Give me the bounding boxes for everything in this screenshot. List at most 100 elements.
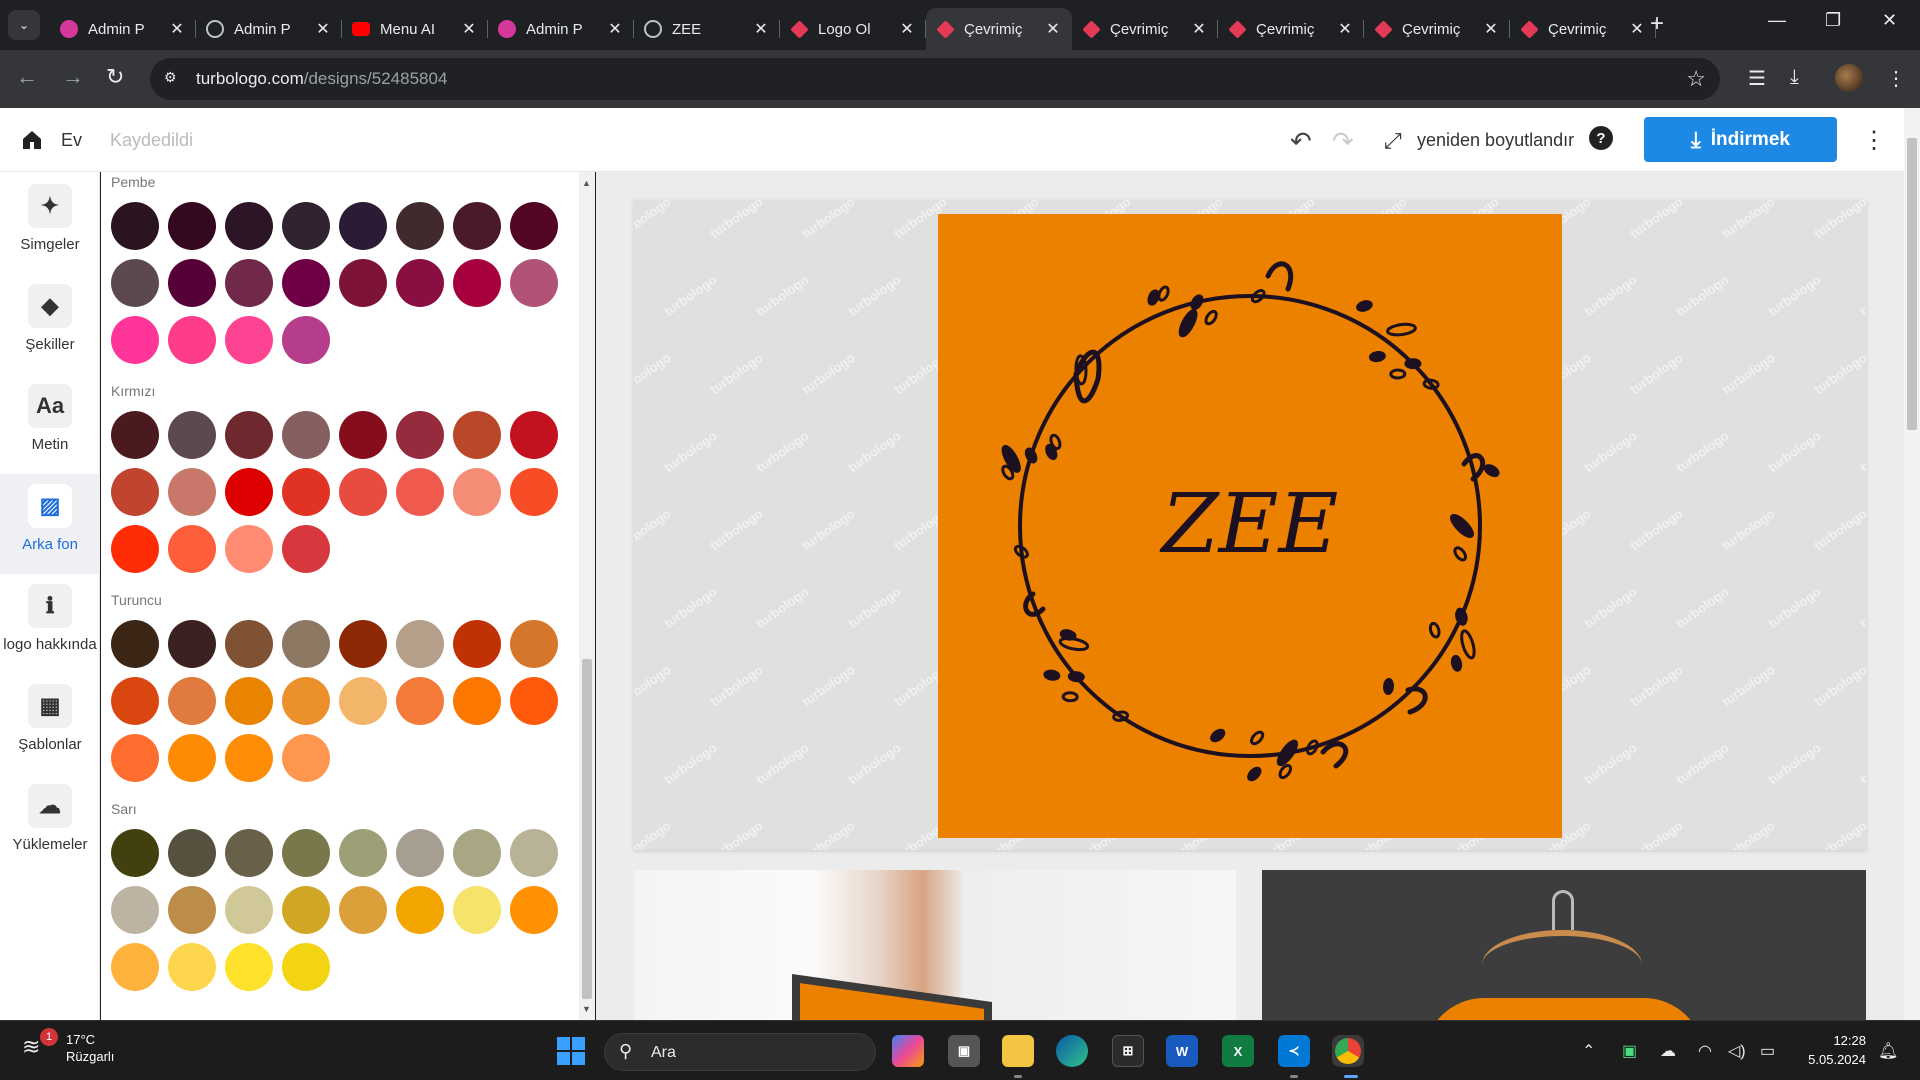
close-tab-icon[interactable]: ✕ [606,19,624,39]
color-swatch[interactable] [510,829,558,877]
color-swatch[interactable] [225,259,273,307]
browser-tab[interactable]: Admin P ✕ [196,8,342,50]
browser-tab[interactable]: Admin P ✕ [488,8,634,50]
color-swatch[interactable] [225,886,273,934]
close-tab-icon[interactable]: ✕ [1628,19,1646,39]
download-button[interactable]: ⤓ İndirmek [1644,117,1837,162]
close-tab-icon[interactable]: ✕ [460,19,478,39]
color-swatch[interactable] [510,677,558,725]
media-control-icon[interactable]: ☰ [1748,66,1766,91]
color-swatch[interactable] [510,202,558,250]
color-swatch[interactable] [168,316,216,364]
rail-item[interactable]: ▦ Şablonlar [0,674,100,774]
rail-item[interactable]: ▨ Arka fon [0,474,100,574]
color-swatch[interactable] [168,829,216,877]
help-icon[interactable]: ? [1589,126,1613,150]
color-swatch[interactable] [453,411,501,459]
resize-button[interactable]: yeniden boyutlandır [1417,130,1574,151]
close-tab-icon[interactable]: ✕ [752,19,770,39]
close-tab-icon[interactable]: ✕ [314,19,332,39]
color-swatch[interactable] [282,943,330,991]
color-swatch[interactable] [453,829,501,877]
color-swatch[interactable] [111,202,159,250]
home-icon[interactable] [20,128,44,152]
scroll-up-icon[interactable]: ▲ [582,178,591,188]
color-swatch[interactable] [339,259,387,307]
color-swatch[interactable] [396,259,444,307]
copilot-icon[interactable] [892,1035,924,1067]
close-tab-icon[interactable]: ✕ [1336,19,1354,39]
rail-item[interactable]: Aa Metin [0,374,100,474]
rail-item[interactable]: ✦ Simgeler [0,174,100,274]
color-swatch[interactable] [111,943,159,991]
browser-tab[interactable]: ZEE ✕ [634,8,780,50]
color-swatch[interactable] [225,525,273,573]
color-swatch[interactable] [111,829,159,877]
battery-icon[interactable]: ▭ [1760,1041,1775,1061]
site-info-icon[interactable]: ⚙ [164,69,184,89]
color-swatch[interactable] [168,202,216,250]
browser-tab[interactable]: Çevrimiç ✕ [1218,8,1364,50]
color-swatch[interactable] [225,734,273,782]
wifi-icon[interactable]: ◠ [1698,1041,1712,1061]
color-swatch[interactable] [111,886,159,934]
scroll-down-icon[interactable]: ▼ [582,1004,591,1014]
color-swatch[interactable] [168,886,216,934]
mockup-tshirt-thumbnail[interactable] [1262,870,1866,1020]
color-swatch[interactable] [339,829,387,877]
minimize-icon[interactable]: — [1768,10,1786,31]
close-tab-icon[interactable]: ✕ [168,19,186,39]
close-tab-icon[interactable]: ✕ [898,19,916,39]
rail-item[interactable]: ℹ logo hakkında [0,574,100,674]
forward-icon[interactable]: → [62,64,84,90]
back-icon[interactable]: ← [16,64,38,90]
color-swatch[interactable] [168,734,216,782]
color-swatch[interactable] [282,202,330,250]
more-options-icon[interactable]: ⋮ [1862,126,1886,155]
color-swatch[interactable] [396,829,444,877]
color-swatch[interactable] [111,259,159,307]
browser-tab[interactable]: Admin P ✕ [50,8,196,50]
color-swatch[interactable] [168,525,216,573]
color-swatch[interactable] [225,411,273,459]
color-swatch[interactable] [225,677,273,725]
color-swatch[interactable] [510,259,558,307]
color-swatch[interactable] [225,202,273,250]
undo-icon[interactable]: ↶ [1290,126,1312,157]
task-view-icon[interactable]: ▣ [948,1035,980,1067]
weather-widget[interactable]: ≋ 1 17°C Rüzgarlı [22,1028,114,1065]
close-tab-icon[interactable]: ✕ [1482,19,1500,39]
color-swatch[interactable] [168,411,216,459]
color-swatch[interactable] [453,620,501,668]
edge-icon[interactable] [1056,1035,1088,1067]
tab-search-button[interactable]: ⌄ [8,10,40,40]
onedrive-icon[interactable]: ☁ [1660,1041,1676,1061]
color-swatch[interactable] [168,943,216,991]
color-swatch[interactable] [168,468,216,516]
browser-menu-icon[interactable]: ⋮ [1886,66,1906,91]
color-swatch[interactable] [510,411,558,459]
browser-tab[interactable]: Çevrimiç ✕ [1072,8,1218,50]
notifications-icon[interactable]: 🔔︎ [1878,1041,1898,1061]
close-tab-icon[interactable]: ✕ [1190,19,1208,39]
new-tab-button[interactable]: + [1650,12,1664,36]
color-swatch[interactable] [339,202,387,250]
color-swatch[interactable] [282,259,330,307]
color-swatch[interactable] [225,468,273,516]
color-swatch[interactable] [111,316,159,364]
color-swatch[interactable] [339,677,387,725]
browser-tab[interactable]: Çevrimiç ✕ [1364,8,1510,50]
browser-tab[interactable]: Çevrimiç ✕ [926,8,1072,50]
color-swatch[interactable] [111,734,159,782]
windows-start-icon[interactable] [557,1037,585,1065]
color-swatch[interactable] [396,620,444,668]
word-icon[interactable]: W [1166,1035,1198,1067]
browser-tab[interactable]: Menu AI ✕ [342,8,488,50]
color-swatch[interactable] [225,829,273,877]
color-swatch[interactable] [282,829,330,877]
reload-icon[interactable]: ↻ [106,64,124,90]
profile-avatar[interactable] [1835,64,1863,92]
color-swatch[interactable] [282,468,330,516]
page-scrollbar[interactable] [1904,108,1920,1020]
color-swatch[interactable] [453,886,501,934]
